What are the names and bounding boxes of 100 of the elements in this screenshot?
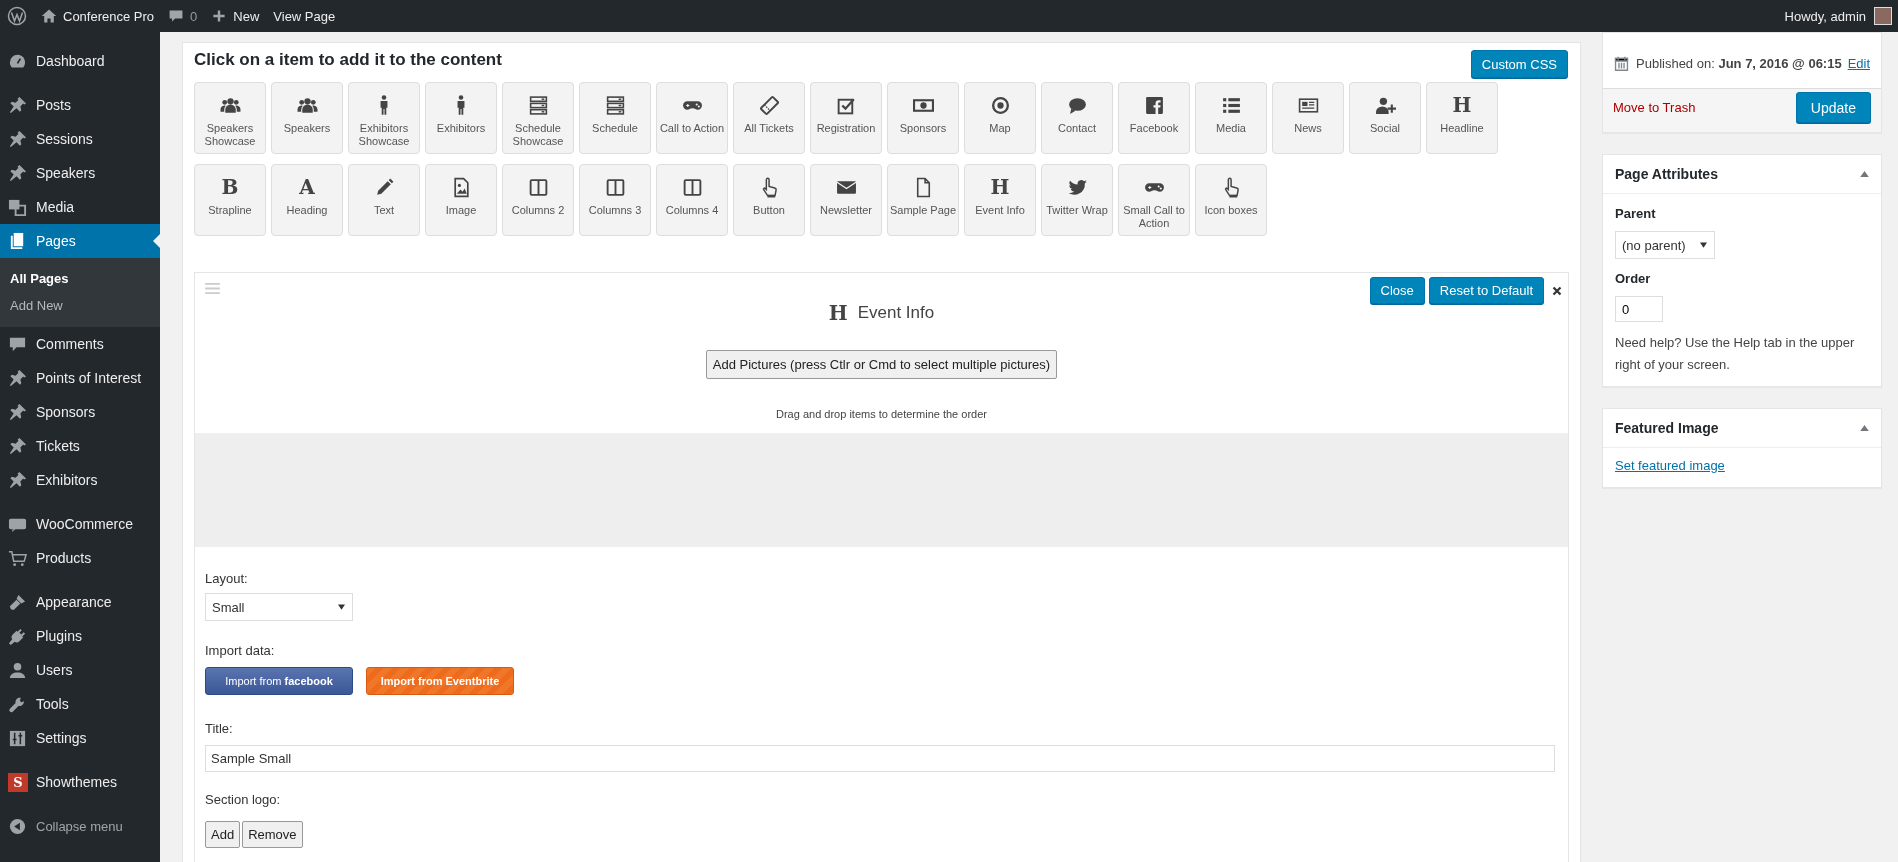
menu-item[interactable]: Users — [0, 653, 160, 687]
tile-label: Sponsors — [898, 122, 948, 135]
reset-button[interactable]: Reset to Default — [1428, 277, 1544, 304]
move-to-trash-link[interactable]: Move to Trash — [1613, 100, 1696, 115]
add-pictures-button[interactable]: Add Pictures (press Ctlr or Cmd to select multiple pictures) — [705, 350, 1058, 379]
edit-link[interactable]: Edit — [1847, 56, 1871, 71]
menu-item[interactable]: Sessions — [0, 122, 160, 156]
menu-item[interactable]: Settings — [0, 721, 160, 755]
box-title: Page Attributes — [1615, 166, 1718, 182]
menu-item[interactable]: S Showthemes — [0, 765, 160, 799]
item-tile[interactable]: Small Call to Action — [1118, 164, 1190, 236]
item-tile[interactable]: Button — [733, 164, 805, 236]
avatar[interactable] — [1874, 7, 1892, 25]
menu-label: Posts — [36, 97, 71, 113]
menu-label: Tools — [36, 696, 69, 712]
tile-label: Twitter Wrap — [1045, 204, 1109, 217]
item-tile[interactable]: Registration — [810, 82, 882, 154]
custom-css-button[interactable]: Custom CSS — [1470, 50, 1568, 78]
tile-label: Small Call to Action — [1122, 204, 1186, 230]
menu-item[interactable]: Plugins — [0, 619, 160, 653]
item-tile[interactable]: Call to Action — [656, 82, 728, 154]
item-tile[interactable]: Exhibitors — [425, 82, 497, 154]
remove-button[interactable]: Remove — [242, 821, 303, 848]
item-tile[interactable]: Text — [348, 164, 420, 236]
item-tile[interactable]: Image — [425, 164, 497, 236]
user-icon — [8, 660, 27, 680]
item-tile[interactable]: Sponsors — [887, 82, 959, 154]
drag-handle-icon[interactable] — [205, 283, 220, 294]
item-tile[interactable]: Contact — [1041, 82, 1113, 154]
update-button[interactable]: Update — [1795, 92, 1871, 123]
menu-label: Dashboard — [36, 53, 105, 69]
item-tile[interactable]: Columns 2 — [502, 164, 574, 236]
wordpress-logo-icon[interactable] — [7, 6, 27, 26]
import-facebook-button[interactable]: Import from facebook — [205, 667, 353, 695]
item-tile[interactable]: H Event Info — [964, 164, 1036, 236]
set-featured-image-link[interactable]: Set featured image — [1615, 458, 1725, 473]
menu-item[interactable]: Media — [0, 190, 160, 224]
site-name-link[interactable]: Conference Pro — [63, 8, 155, 24]
item-tile[interactable]: Schedule Showcase — [502, 82, 574, 154]
title-field[interactable]: Sample Small — [205, 745, 1555, 772]
item-tile[interactable]: Columns 4 — [656, 164, 728, 236]
order-field[interactable]: 0 — [1615, 296, 1663, 322]
item-tile[interactable]: Speakers Showcase — [194, 82, 266, 154]
menu-item[interactable]: Posts — [0, 88, 160, 122]
menu-item[interactable]: Speakers — [0, 156, 160, 190]
item-tile[interactable]: All Tickets — [733, 82, 805, 154]
comment-count: 0 — [190, 8, 198, 24]
menu-item[interactable]: Tickets — [0, 429, 160, 463]
item-tile[interactable]: Social — [1349, 82, 1421, 154]
comment-icon[interactable] — [168, 8, 185, 24]
menu-item[interactable]: Pages — [0, 224, 160, 258]
menu-item[interactable]: Sponsors — [0, 395, 160, 429]
item-tile[interactable]: News — [1272, 82, 1344, 154]
item-tile[interactable]: Icon boxes — [1195, 164, 1267, 236]
builder-heading: Click on a item to add it to the content — [194, 50, 502, 70]
item-tile[interactable]: H Headline — [1426, 82, 1498, 154]
close-icon[interactable] — [1552, 285, 1562, 296]
menu-item[interactable]: Comments — [0, 327, 160, 361]
view-page-link[interactable]: View Page — [273, 8, 336, 24]
tile-label: Call to Action — [658, 122, 726, 135]
box-title: Featured Image — [1615, 420, 1719, 436]
item-tile[interactable]: Sample Page — [887, 164, 959, 236]
collapse-arrow-icon[interactable] — [1860, 171, 1869, 177]
item-tile[interactable]: A Heading — [271, 164, 343, 236]
menu-item[interactable]: Products — [0, 541, 160, 575]
item-tile[interactable]: B Strapline — [194, 164, 266, 236]
item-tile[interactable]: Twitter Wrap — [1041, 164, 1113, 236]
plus-icon[interactable] — [211, 8, 228, 24]
menu-item[interactable]: Dashboard — [0, 44, 160, 78]
layout-select[interactable]: Small — [205, 593, 353, 621]
tile-label: News — [1293, 122, 1323, 135]
item-tile[interactable]: Exhibitors Showcase — [348, 82, 420, 154]
home-icon[interactable] — [41, 8, 57, 24]
collapse-menu-button[interactable]: Collapse menu — [0, 809, 160, 843]
tile-label: Contact — [1057, 122, 1097, 135]
collapse-arrow-icon[interactable] — [1860, 425, 1869, 431]
tile-label: Facebook — [1128, 122, 1180, 135]
item-tile[interactable]: Newsletter — [810, 164, 882, 236]
item-tile[interactable]: Columns 3 — [579, 164, 651, 236]
item-tile[interactable]: Media — [1195, 82, 1267, 154]
add-button[interactable]: Add — [205, 821, 241, 848]
menu-item[interactable]: WooCommerce — [0, 507, 160, 541]
menu-item[interactable]: Appearance — [0, 585, 160, 619]
greeting-link[interactable]: Howdy, admin — [1784, 8, 1866, 24]
menu-item[interactable]: Points of Interest — [0, 361, 160, 395]
menu-item[interactable]: Exhibitors — [0, 463, 160, 497]
item-tile[interactable]: Schedule — [579, 82, 651, 154]
item-tile[interactable]: Speakers — [271, 82, 343, 154]
columns-icon — [681, 177, 703, 198]
submenu-item[interactable]: Add New — [0, 292, 160, 319]
item-tile[interactable]: Map — [964, 82, 1036, 154]
new-link[interactable]: New — [233, 8, 260, 24]
close-button[interactable]: Close — [1369, 277, 1425, 304]
import-label: Import data: — [205, 643, 275, 659]
tile-label: Schedule Showcase — [511, 122, 565, 148]
item-tile[interactable]: Facebook — [1118, 82, 1190, 154]
parent-select[interactable]: (no parent) — [1615, 231, 1715, 259]
caret-icon — [1700, 242, 1707, 248]
menu-item[interactable]: Tools — [0, 687, 160, 721]
submenu-item[interactable]: All Pages — [0, 265, 160, 292]
